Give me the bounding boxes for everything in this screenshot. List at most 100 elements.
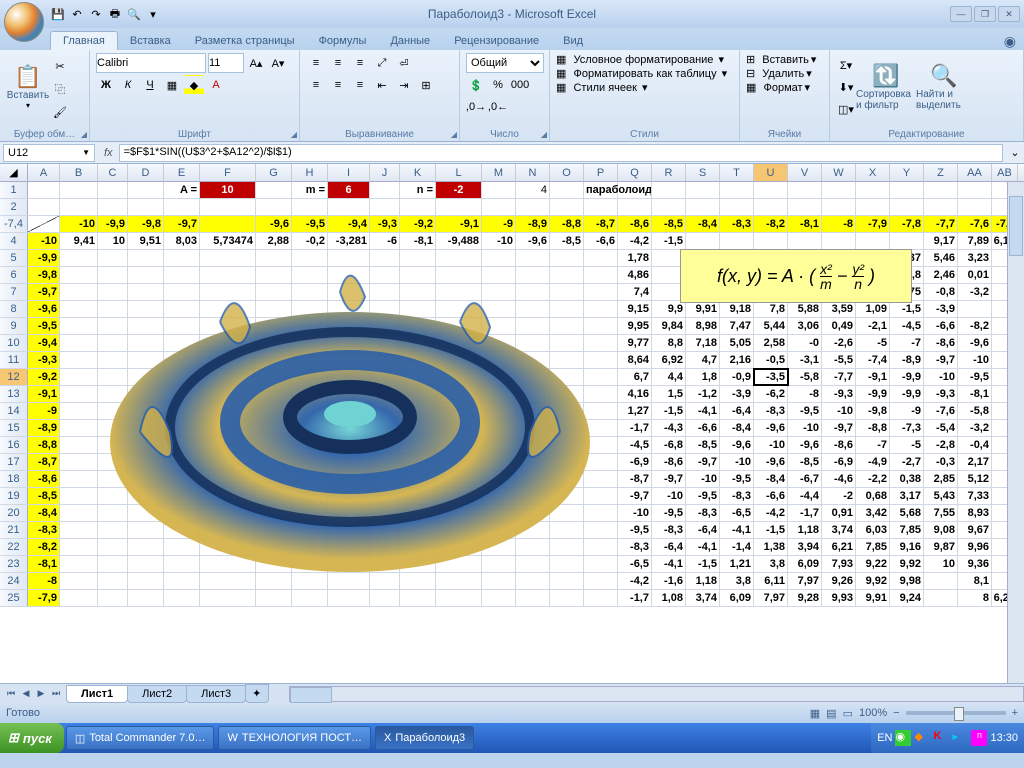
- cell-A14[interactable]: -9: [28, 403, 60, 419]
- cell-S17[interactable]: -9,7: [686, 454, 720, 470]
- cell-R19[interactable]: -10: [652, 488, 686, 504]
- cell-X22[interactable]: 7,85: [856, 539, 890, 555]
- cell-T17[interactable]: -10: [720, 454, 754, 470]
- cell-I2[interactable]: [328, 199, 370, 215]
- cell-S22[interactable]: -4,1: [686, 539, 720, 555]
- cell-L2[interactable]: [436, 199, 482, 215]
- preview-icon[interactable]: 🔍: [126, 6, 142, 22]
- sort-filter-button[interactable]: 🔃 Сортировка и фильтр: [856, 53, 916, 121]
- cell-Y17[interactable]: -2,7: [890, 454, 924, 470]
- cell-T24[interactable]: 3,8: [720, 573, 754, 589]
- col-header-X[interactable]: X: [856, 164, 890, 181]
- cell-S25[interactable]: 3,74: [686, 590, 720, 606]
- cell-AA16[interactable]: -0,4: [958, 437, 992, 453]
- cell-W20[interactable]: 0,91: [822, 505, 856, 521]
- italic-button[interactable]: К: [118, 75, 138, 95]
- col-header-H[interactable]: H: [292, 164, 328, 181]
- cell-Q20[interactable]: -10: [618, 505, 652, 521]
- sheet-tab-2[interactable]: Лист2: [127, 685, 187, 703]
- cell-Q25[interactable]: -1,7: [618, 590, 652, 606]
- cell-AA23[interactable]: 9,36: [958, 556, 992, 572]
- row-header-8[interactable]: 8: [0, 301, 28, 317]
- cell-V18[interactable]: -6,7: [788, 471, 822, 487]
- cell-X8[interactable]: 1,09: [856, 301, 890, 317]
- cell-S24[interactable]: 1,18: [686, 573, 720, 589]
- orientation-icon[interactable]: ⤢: [372, 53, 392, 73]
- cell-O1[interactable]: [550, 182, 584, 198]
- cell-V13[interactable]: -8: [788, 386, 822, 402]
- align-left-icon[interactable]: ≡: [306, 75, 326, 95]
- col-header-B[interactable]: B: [60, 164, 98, 181]
- cell-R20[interactable]: -9,5: [652, 505, 686, 521]
- cell-S19[interactable]: -9,5: [686, 488, 720, 504]
- cell-U20[interactable]: -4,2: [754, 505, 788, 521]
- help-icon[interactable]: ◉: [1004, 33, 1016, 50]
- cell-T10[interactable]: 5,05: [720, 335, 754, 351]
- cell-W3[interactable]: -8: [822, 216, 856, 232]
- cell-S16[interactable]: -8,5: [686, 437, 720, 453]
- spreadsheet-grid[interactable]: ◢ ABCDEFGHIJKLMNOPQRSTUVWXYZAAAB 1A =10m…: [0, 164, 1024, 683]
- cell-A6[interactable]: -9,8: [28, 267, 60, 283]
- select-all-button[interactable]: ◢: [0, 164, 28, 181]
- cell-B2[interactable]: [60, 199, 98, 215]
- cell-AA7[interactable]: -3,2: [958, 284, 992, 300]
- cell-Z23[interactable]: 10: [924, 556, 958, 572]
- cell-A12[interactable]: -9,2: [28, 369, 60, 385]
- cell-AA11[interactable]: -10: [958, 352, 992, 368]
- row-header-3[interactable]: -7,4: [0, 216, 28, 232]
- cell-V15[interactable]: -10: [788, 420, 822, 436]
- row-header-12[interactable]: 12: [0, 369, 28, 385]
- increase-decimal-icon[interactable]: ,0→: [466, 97, 486, 117]
- name-box[interactable]: U12▼: [3, 144, 95, 162]
- cell-U2[interactable]: [754, 199, 788, 215]
- cell-Y16[interactable]: -5: [890, 437, 924, 453]
- tray-icon-4[interactable]: n: [971, 730, 987, 746]
- cell-V17[interactable]: -8,5: [788, 454, 822, 470]
- cell-Q11[interactable]: 8,64: [618, 352, 652, 368]
- new-icon[interactable]: ▾: [145, 6, 161, 22]
- cell-V21[interactable]: 1,18: [788, 522, 822, 538]
- cell-Q22[interactable]: -8,3: [618, 539, 652, 555]
- cell-N3[interactable]: -8,9: [516, 216, 550, 232]
- cell-AA14[interactable]: -5,8: [958, 403, 992, 419]
- cell-X13[interactable]: -9,9: [856, 386, 890, 402]
- cell-W12[interactable]: -7,7: [822, 369, 856, 385]
- cell-M1[interactable]: [482, 182, 516, 198]
- cell-Q6[interactable]: 4,86: [618, 267, 652, 283]
- cell-T16[interactable]: -9,6: [720, 437, 754, 453]
- cell-W2[interactable]: [822, 199, 856, 215]
- row-header-18[interactable]: 18: [0, 471, 28, 487]
- row-header-25[interactable]: 25: [0, 590, 28, 606]
- row-header-21[interactable]: 21: [0, 522, 28, 538]
- zoom-level[interactable]: 100%: [859, 707, 887, 719]
- print-icon[interactable]: 🖶: [107, 6, 123, 22]
- zoom-slider[interactable]: [906, 711, 1006, 715]
- cell-Z18[interactable]: 2,85: [924, 471, 958, 487]
- cell-A19[interactable]: -8,5: [28, 488, 60, 504]
- cell-W15[interactable]: -9,7: [822, 420, 856, 436]
- tray-icon-1[interactable]: ◉: [895, 730, 911, 746]
- cell-Z9[interactable]: -6,6: [924, 318, 958, 334]
- cell-A24[interactable]: -8: [28, 573, 60, 589]
- zoom-in-icon[interactable]: +: [1012, 707, 1018, 719]
- cell-AA21[interactable]: 9,67: [958, 522, 992, 538]
- format-cells-button[interactable]: ▦ Формат▾: [746, 81, 823, 94]
- view-normal-icon[interactable]: ▦: [810, 707, 820, 720]
- cell-U10[interactable]: 2,58: [754, 335, 788, 351]
- cell-S1[interactable]: [686, 182, 720, 198]
- cell-S4[interactable]: [686, 233, 720, 249]
- cell-Q15[interactable]: -1,7: [618, 420, 652, 436]
- cell-V12[interactable]: -5,8: [788, 369, 822, 385]
- cell-I3[interactable]: -9,4: [328, 216, 370, 232]
- language-indicator[interactable]: EN: [877, 732, 892, 744]
- cell-Z22[interactable]: 9,87: [924, 539, 958, 555]
- col-header-P[interactable]: P: [584, 164, 618, 181]
- cell-A10[interactable]: -9,4: [28, 335, 60, 351]
- cell-U15[interactable]: -9,6: [754, 420, 788, 436]
- cell-AA15[interactable]: -3,2: [958, 420, 992, 436]
- cell-R12[interactable]: 4,4: [652, 369, 686, 385]
- col-header-E[interactable]: E: [164, 164, 200, 181]
- cell-R8[interactable]: 9,9: [652, 301, 686, 317]
- fx-icon[interactable]: fx: [98, 147, 119, 159]
- cell-Z8[interactable]: -3,9: [924, 301, 958, 317]
